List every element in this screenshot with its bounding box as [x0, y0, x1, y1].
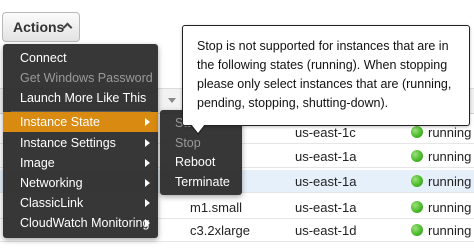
- sort-caret-icon[interactable]: [168, 98, 176, 103]
- chevron-right-icon: [145, 179, 150, 187]
- submenu-item-label: Stop: [175, 136, 201, 150]
- menu-item-label: CloudWatch Monitoring: [20, 216, 150, 230]
- menu-item-networking[interactable]: Networking: [3, 173, 158, 193]
- menu-item-label: Connect: [20, 51, 67, 65]
- menu-item-label: Instance Settings: [20, 136, 116, 150]
- submenu-item-terminate[interactable]: Terminate: [160, 172, 242, 192]
- menu-item-label: Get Windows Password: [20, 71, 153, 85]
- menu-item-image[interactable]: Image: [3, 153, 158, 173]
- availability-zone: us-east-1a: [295, 200, 357, 215]
- running-status-icon: [411, 126, 423, 138]
- actions-menu: Connect Get Windows Password Launch More…: [3, 44, 158, 238]
- menu-item-label: Launch More Like This: [20, 91, 147, 105]
- running-status-icon: [411, 150, 423, 162]
- availability-zone: us-east-1d: [295, 223, 357, 238]
- instance-type: m1.small: [190, 200, 243, 215]
- stop-disabled-tooltip: Stop is not supported for instances that…: [182, 25, 470, 126]
- submenu-item-stop: Stop: [160, 133, 242, 153]
- running-status-icon: [411, 201, 423, 213]
- menu-item-classiclink[interactable]: ClassicLink: [3, 193, 158, 213]
- menu-item-label: Networking: [20, 176, 83, 190]
- instance-state: running: [428, 200, 472, 215]
- instance-type: c3.2xlarge: [190, 223, 250, 238]
- availability-zone: us-east-1a: [295, 174, 357, 189]
- menu-item-label: Instance State: [20, 115, 100, 129]
- submenu-item-label: Terminate: [175, 175, 230, 189]
- actions-button-label: Actions: [13, 19, 65, 35]
- instance-state: running: [428, 223, 472, 238]
- running-status-icon: [411, 224, 423, 236]
- menu-item-connect[interactable]: Connect: [3, 48, 158, 68]
- chevron-right-icon: [145, 159, 150, 167]
- menu-item-instance-state[interactable]: Instance State: [3, 112, 158, 132]
- menu-item-label: Image: [20, 156, 55, 170]
- tooltip-text: Stop is not supported for instances that…: [197, 39, 452, 110]
- actions-button[interactable]: Actions: [2, 12, 80, 42]
- chevron-right-icon: [145, 199, 150, 207]
- chevron-right-icon: [145, 219, 150, 227]
- tooltip-pointer-inner: [191, 124, 205, 133]
- chevron-right-icon: [145, 118, 150, 126]
- menu-item-instance-settings[interactable]: Instance Settings: [3, 133, 158, 153]
- running-status-icon: [411, 175, 423, 187]
- menu-item-get-windows-password: Get Windows Password: [3, 68, 158, 88]
- chevron-right-icon: [145, 139, 150, 147]
- instance-state: running: [428, 174, 472, 189]
- submenu-item-reboot[interactable]: Reboot: [160, 152, 242, 172]
- instance-state: running: [428, 149, 472, 164]
- menu-item-label: ClassicLink: [20, 196, 84, 210]
- availability-zone: us-east-1a: [295, 149, 357, 164]
- menu-item-launch-more-like-this[interactable]: Launch More Like This: [3, 88, 158, 108]
- menu-item-cloudwatch-monitoring[interactable]: CloudWatch Monitoring: [3, 213, 158, 233]
- submenu-item-label: Reboot: [175, 155, 216, 169]
